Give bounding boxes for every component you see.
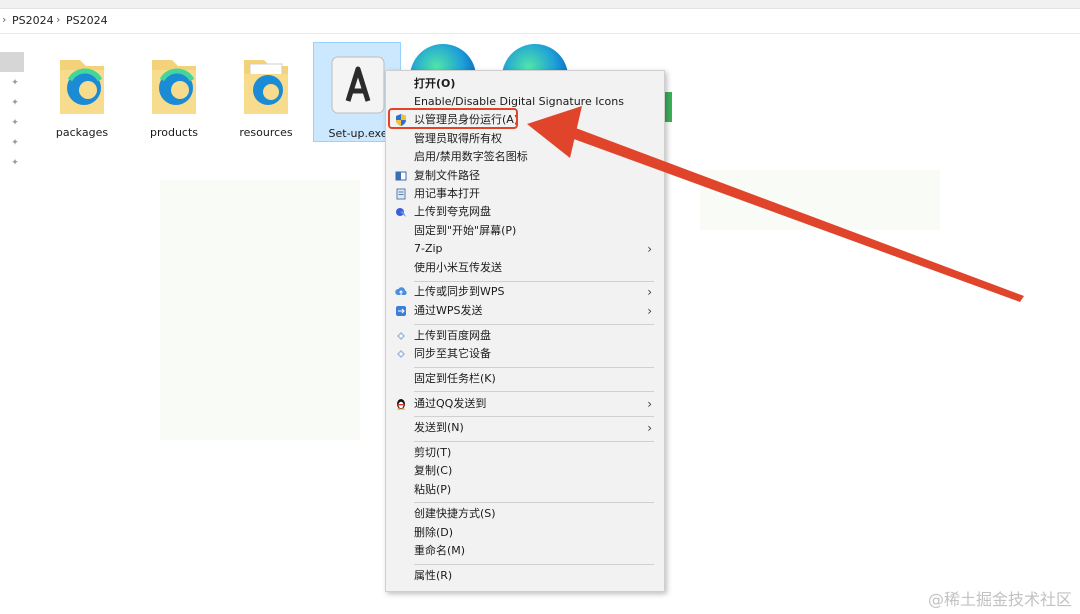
watermark: @稀土掘金技术社区 [927,590,1072,609]
annotation-arrow [527,106,1024,302]
